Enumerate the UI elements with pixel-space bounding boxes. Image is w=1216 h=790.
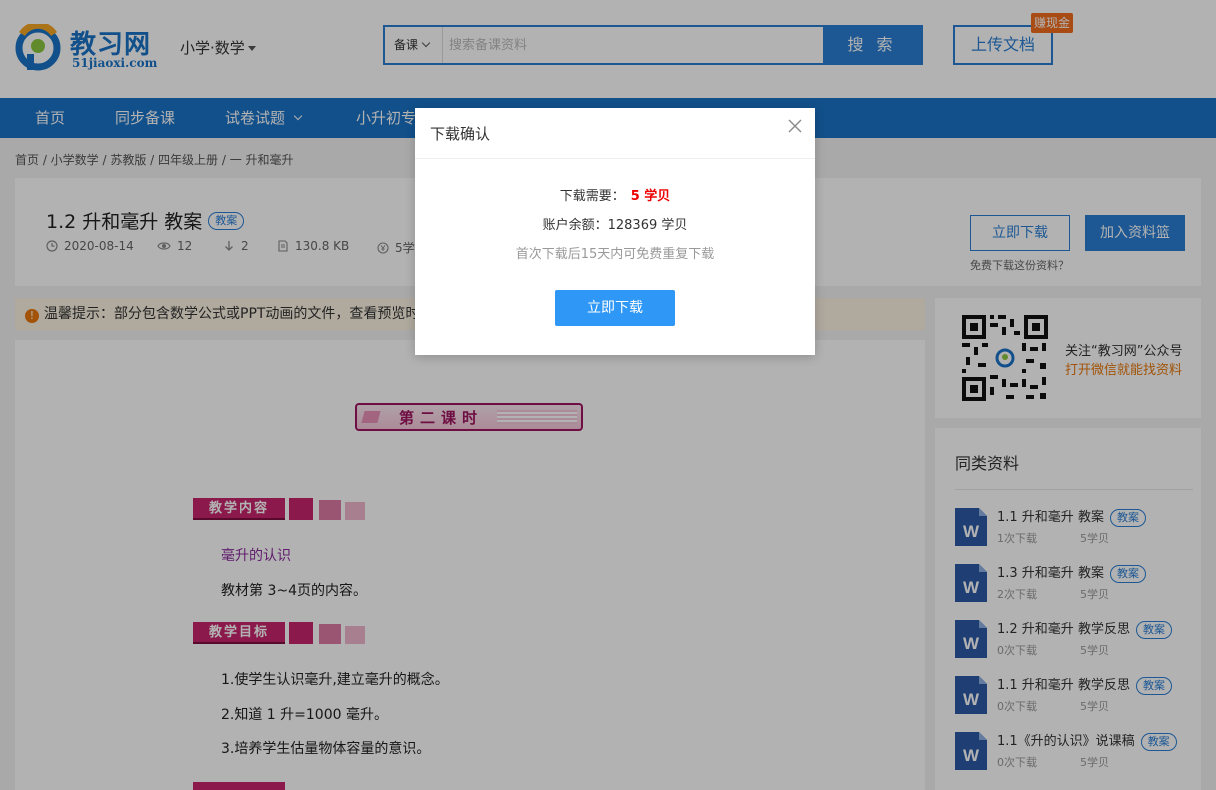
divider — [415, 158, 815, 159]
cost-label: 下载需要： — [559, 189, 625, 204]
cost-row: 下载需要： 5 学贝 — [415, 185, 815, 204]
dialog-title: 下载确认 — [430, 125, 491, 143]
cost-value: 5 学贝 — [630, 189, 671, 204]
balance-row: 账户余额：128369 学贝 — [542, 218, 688, 233]
close-icon[interactable] — [787, 118, 803, 134]
confirm-download-button[interactable]: 立即下载 — [555, 290, 675, 326]
redownload-hint: 首次下载后15天内可免费重复下载 — [515, 247, 715, 262]
download-confirm-dialog: 下载确认 下载需要： 5 学贝 账户余额：128369 学贝 首次下载后15天内可… — [415, 108, 815, 355]
